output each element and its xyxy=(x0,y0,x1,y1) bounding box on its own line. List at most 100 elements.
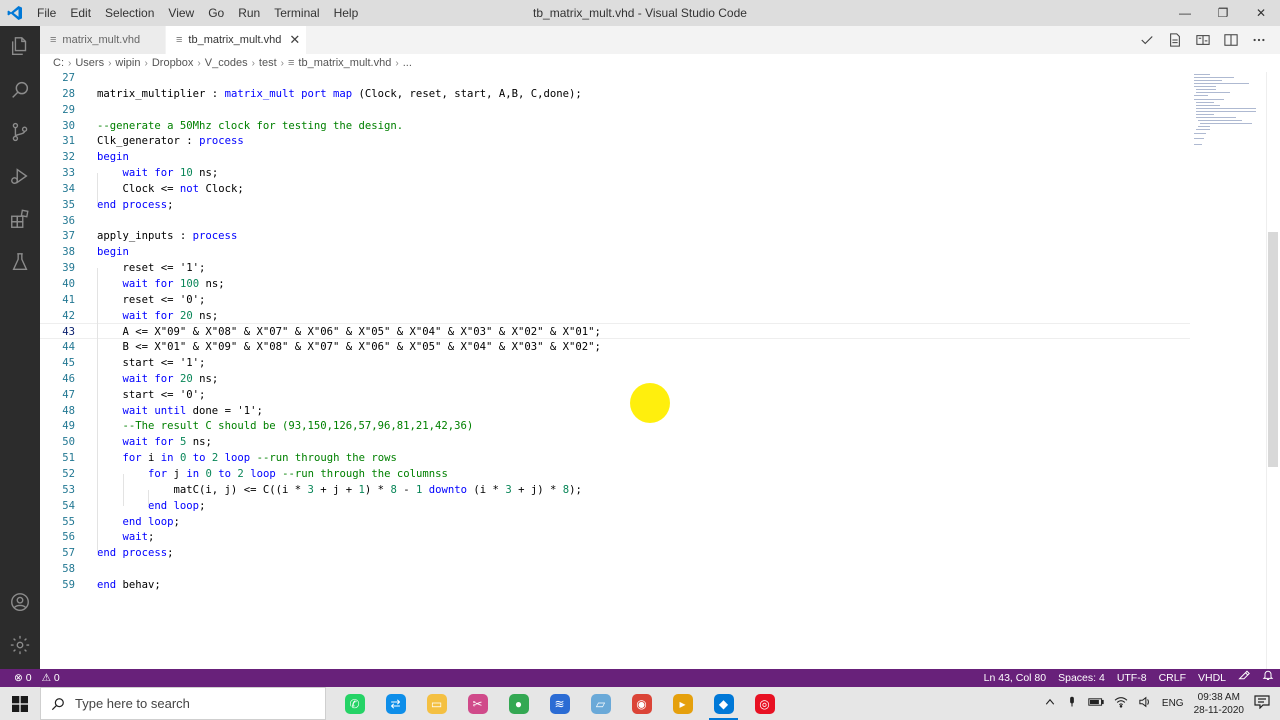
breadcrumb-item[interactable]: tb_matrix_mult.vhd xyxy=(298,57,391,69)
file-explorer-icon[interactable]: ▭ xyxy=(416,687,457,720)
code-line[interactable]: 52 for j in 0 to 2 loop --run through th… xyxy=(40,466,1190,482)
snipping-tool-icon[interactable]: ✂ xyxy=(457,687,498,720)
close-icon[interactable]: ✕ xyxy=(289,32,300,48)
code-text[interactable]: --The result C should be (93,150,126,57,… xyxy=(97,418,474,434)
settings-gear-icon[interactable] xyxy=(0,625,40,665)
menu-view[interactable]: View xyxy=(161,0,201,26)
code-text[interactable]: matC(i, j) <= C((i * 3 + j + 1) * 8 - 1 … xyxy=(97,482,582,498)
tab-matrix-mult[interactable]: ≡ matrix_mult.vhd xyxy=(40,26,166,54)
breadcrumb-item[interactable]: wipin xyxy=(115,57,140,69)
run-debug-icon[interactable] xyxy=(0,156,40,196)
chevron-up-icon[interactable] xyxy=(1044,696,1056,711)
code-line[interactable]: 56 wait; xyxy=(40,529,1190,545)
code-line[interactable]: 31 Clk_generator : process xyxy=(40,133,1190,149)
code-text[interactable]: reset <= '1'; xyxy=(97,260,206,276)
code-line[interactable]: 36 xyxy=(40,213,1190,229)
breadcrumb-item[interactable]: test xyxy=(259,57,277,69)
chrome-icon[interactable]: ◉ xyxy=(621,687,662,720)
code-line[interactable]: 45 start <= '1'; xyxy=(40,355,1190,371)
menu-edit[interactable]: Edit xyxy=(63,0,98,26)
code-line[interactable]: 28 matrix_multiplier : matrix_mult port m… xyxy=(40,86,1190,102)
code-line[interactable]: 43 A <= X"09" & X"08" & X"07" & X"06" & … xyxy=(40,323,1190,340)
whatsapp-icon[interactable]: ✆ xyxy=(334,687,375,720)
code-text[interactable]: wait for 5 ns; xyxy=(97,434,212,450)
code-text[interactable]: begin xyxy=(97,244,129,260)
wifi-app-icon[interactable]: ≋ xyxy=(539,687,580,720)
code-text[interactable]: end process; xyxy=(97,197,174,213)
code-line[interactable]: 29 xyxy=(40,102,1190,118)
more-actions-icon[interactable] xyxy=(1250,31,1268,49)
testing-icon[interactable] xyxy=(0,242,40,282)
vertical-scrollbar[interactable] xyxy=(1266,72,1280,669)
search-icon[interactable] xyxy=(0,70,40,110)
code-text[interactable]: wait for 10 ns; xyxy=(97,165,219,181)
plex-icon[interactable]: ▸ xyxy=(662,687,703,720)
code-line[interactable]: 50 wait for 5 ns; xyxy=(40,434,1190,450)
language-mode[interactable]: VHDL xyxy=(1192,669,1232,687)
code-line[interactable]: 40 wait for 100 ns; xyxy=(40,276,1190,292)
code-text[interactable]: matrix_multiplier : matrix_mult port map… xyxy=(97,86,582,102)
menu-terminal[interactable]: Terminal xyxy=(267,0,326,26)
code-line[interactable]: 38 begin xyxy=(40,244,1190,260)
windows-start-icon[interactable] xyxy=(0,687,40,720)
breadcrumb-item[interactable]: Dropbox xyxy=(152,57,194,69)
microphone-icon[interactable] xyxy=(1066,695,1078,712)
cursor-position[interactable]: Ln 43, Col 80 xyxy=(978,669,1052,687)
code-line[interactable]: 44 B <= X"01" & X"09" & X"08" & X"07" & … xyxy=(40,339,1190,355)
battery-icon[interactable] xyxy=(1088,696,1104,711)
notes-app-icon[interactable]: ▱ xyxy=(580,687,621,720)
maps-icon[interactable]: ● xyxy=(498,687,539,720)
source-control-icon[interactable] xyxy=(0,112,40,152)
code-line[interactable]: 41 reset <= '0'; xyxy=(40,292,1190,308)
files-icon[interactable] xyxy=(0,26,40,66)
wifi-icon[interactable] xyxy=(1114,696,1128,711)
code-text[interactable]: for j in 0 to 2 loop --run through the c… xyxy=(97,466,448,482)
indentation-setting[interactable]: Spaces: 4 xyxy=(1052,669,1111,687)
code-line[interactable]: 58 xyxy=(40,561,1190,577)
code-text[interactable]: start <= '1'; xyxy=(97,355,206,371)
code-text[interactable]: wait until done = '1'; xyxy=(97,403,263,419)
code-text[interactable]: --generate a 50Mhz clock for testing the… xyxy=(97,118,403,134)
code-line[interactable]: 32 begin xyxy=(40,149,1190,165)
code-line[interactable]: 59 end behav; xyxy=(40,577,1190,593)
code-editor[interactable]: 27 28 matrix_multiplier : matrix_mult port… xyxy=(40,72,1280,669)
code-text[interactable]: end loop; xyxy=(97,498,205,514)
code-line[interactable]: 48 wait until done = '1'; xyxy=(40,403,1190,419)
code-line[interactable]: 30 --generate a 50Mhz clock for testing t… xyxy=(40,118,1190,134)
split-editor-icon[interactable] xyxy=(1222,31,1240,49)
code-line[interactable]: 39 reset <= '1'; xyxy=(40,260,1190,276)
code-text[interactable]: B <= X"01" & X"09" & X"08" & X"07" & X"0… xyxy=(97,339,601,355)
feedback-icon[interactable] xyxy=(1232,669,1256,687)
code-line[interactable]: 47 start <= '0'; xyxy=(40,387,1190,403)
recorder-icon[interactable]: ◎ xyxy=(744,687,785,720)
errors-count[interactable]: ⊗ 0 xyxy=(8,669,38,687)
code-line[interactable]: 51 for i in 0 to 2 loop --run through th… xyxy=(40,450,1190,466)
menu-file[interactable]: File xyxy=(30,0,63,26)
code-line[interactable]: 54 end loop; xyxy=(40,498,1190,514)
menu-go[interactable]: Go xyxy=(201,0,231,26)
vscode-icon[interactable]: ◆ xyxy=(703,687,744,720)
taskbar-search-box[interactable]: Type here to search xyxy=(40,687,326,720)
input-language[interactable]: ENG xyxy=(1162,698,1184,709)
clock[interactable]: 09:38 AM 28-11-2020 xyxy=(1194,691,1244,717)
code-text[interactable]: end behav; xyxy=(97,577,161,593)
code-text[interactable]: A <= X"09" & X"08" & X"07" & X"06" & X"0… xyxy=(97,324,601,340)
tab-tb-matrix-mult[interactable]: ≡ tb_matrix_mult.vhd ✕ xyxy=(166,26,307,54)
open-preview-icon[interactable] xyxy=(1166,31,1184,49)
code-line[interactable]: 37 apply_inputs : process xyxy=(40,228,1190,244)
breadcrumb-item[interactable]: Users xyxy=(75,57,104,69)
breadcrumb-item[interactable]: V_codes xyxy=(205,57,248,69)
breadcrumb-item[interactable]: C: xyxy=(53,57,64,69)
minimize-button[interactable]: — xyxy=(1166,0,1204,26)
warnings-count[interactable]: ⚠ 0 xyxy=(42,669,66,687)
code-text[interactable]: reset <= '0'; xyxy=(97,292,206,308)
code-text[interactable]: for i in 0 to 2 loop --run through the r… xyxy=(97,450,397,466)
code-line[interactable]: 33 wait for 10 ns; xyxy=(40,165,1190,181)
code-line[interactable]: 55 end loop; xyxy=(40,514,1190,530)
code-text[interactable]: end process; xyxy=(97,545,174,561)
eol-setting[interactable]: CRLF xyxy=(1153,669,1192,687)
code-line[interactable]: 42 wait for 20 ns; xyxy=(40,308,1190,324)
code-text[interactable]: apply_inputs : process xyxy=(97,228,237,244)
check-icon[interactable] xyxy=(1138,31,1156,49)
code-line[interactable]: 49 --The result C should be (93,150,126,… xyxy=(40,418,1190,434)
